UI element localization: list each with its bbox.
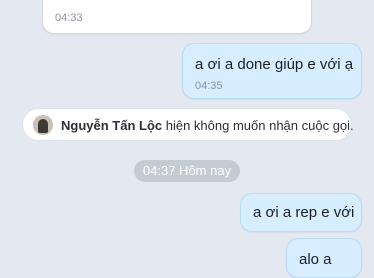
date-divider: 04:37 Hôm nay — [134, 160, 240, 182]
avatar[interactable] — [33, 115, 53, 135]
message-bubble-outgoing[interactable]: alo a — [286, 238, 362, 278]
message-bubble-outgoing[interactable]: a ơi a done giúp e với ạ 04:35 — [182, 43, 362, 99]
message-bubble-incoming[interactable]: bjsnbpivss8nikkdxxq 04:33 — [42, 0, 312, 34]
notice-user-name[interactable]: Nguyễn Tấn Lộc — [61, 118, 162, 133]
notice-text: Nguyễn Tấn Lộc hiện không muốn nhận cuộc… — [61, 118, 354, 133]
message-time: 04:33 — [55, 12, 83, 24]
message-time: 04:35 — [195, 80, 223, 92]
message-text: a ơi a rep e với — [253, 204, 355, 221]
message-text: alo a — [299, 251, 332, 268]
call-declined-notice: Nguyễn Tấn Lộc hiện không muốn nhận cuộc… — [22, 108, 354, 141]
message-bubble-outgoing[interactable]: a ơi a rep e với — [240, 193, 362, 232]
message-text: a ơi a done giúp e với ạ — [195, 56, 354, 73]
person-icon — [38, 119, 48, 133]
notice-message: hiện không muốn nhận cuộc gọi. — [162, 118, 354, 133]
